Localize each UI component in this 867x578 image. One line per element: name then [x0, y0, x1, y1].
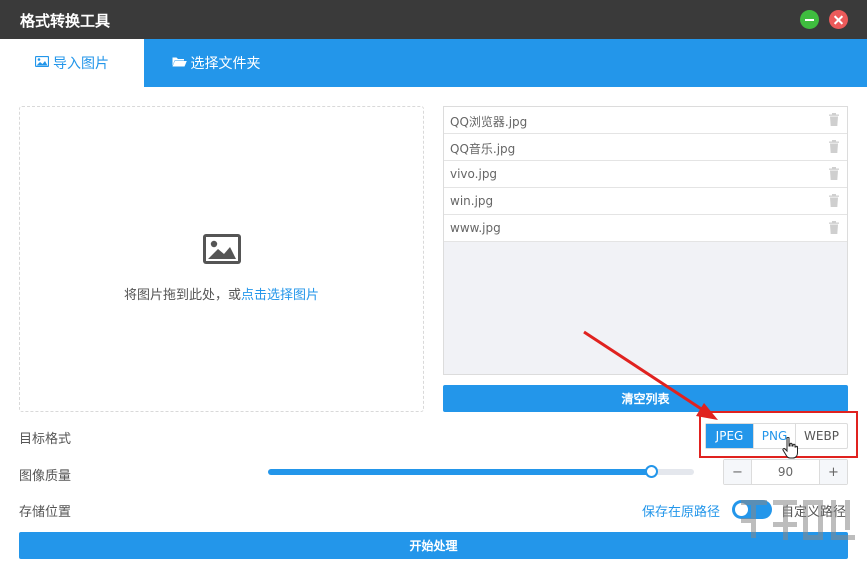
trash-icon[interactable]: [829, 194, 839, 207]
list-item[interactable]: www.jpg: [444, 215, 847, 242]
tab-import-images[interactable]: 导入图片: [0, 39, 144, 87]
image-drop-zone[interactable]: 将图片拖到此处，或点击选择图片: [19, 106, 424, 412]
trash-icon[interactable]: [829, 221, 839, 234]
file-name: QQ浏览器.jpg: [450, 115, 528, 129]
start-processing-button[interactable]: 开始处理: [19, 532, 848, 559]
watermark-logo: [741, 500, 855, 540]
select-images-link[interactable]: 点击选择图片: [241, 288, 319, 303]
save-original-path-option[interactable]: 保存在原路径: [642, 501, 720, 520]
quality-stepper: − 90 +: [723, 459, 848, 485]
trash-icon[interactable]: [829, 167, 839, 180]
list-item[interactable]: vivo.jpg: [444, 161, 847, 188]
tab-select-folder[interactable]: 选择文件夹: [144, 39, 288, 87]
folder-open-icon: [172, 55, 187, 71]
list-item[interactable]: QQ音乐.jpg: [444, 134, 847, 161]
window-title: 格式转换工具: [20, 12, 111, 30]
file-name: win.jpg: [450, 194, 494, 208]
list-item[interactable]: win.jpg: [444, 188, 847, 215]
minimize-icon: [805, 18, 814, 21]
minimize-button[interactable]: [800, 10, 819, 29]
quality-slider[interactable]: [268, 465, 694, 478]
slider-handle[interactable]: [645, 465, 659, 478]
decrement-button[interactable]: −: [724, 460, 752, 484]
file-name: www.jpg: [450, 221, 501, 235]
file-name: vivo.jpg: [450, 167, 498, 181]
title-bar: 格式转换工具: [0, 0, 867, 39]
close-button[interactable]: [829, 10, 848, 29]
tab-label: 选择文件夹: [190, 56, 261, 72]
clear-list-button[interactable]: 清空列表: [443, 385, 848, 412]
hand-cursor-icon: [782, 437, 798, 459]
list-item[interactable]: QQ浏览器.jpg: [444, 107, 847, 134]
slider-fill: [268, 469, 652, 475]
quality-value[interactable]: 90: [752, 460, 819, 484]
target-format-label: 目标格式: [19, 432, 72, 447]
image-quality-label: 图像质量: [19, 469, 72, 484]
image-icon: [34, 55, 50, 71]
drop-hint: 将图片拖到此处，或点击选择图片: [20, 284, 423, 303]
increment-button[interactable]: +: [819, 460, 847, 484]
file-name: QQ音乐.jpg: [450, 142, 516, 156]
trash-icon[interactable]: [829, 113, 839, 126]
file-list: QQ浏览器.jpg QQ音乐.jpg vivo.jpg win.jpg www.…: [443, 106, 848, 375]
tab-label: 导入图片: [53, 56, 109, 72]
trash-icon[interactable]: [829, 140, 839, 153]
tab-bar: 导入图片 选择文件夹: [0, 39, 867, 87]
image-icon: [203, 234, 241, 264]
storage-location-label: 存储位置: [19, 505, 72, 520]
highlight-box: [699, 411, 858, 458]
drop-hint-text: 将图片拖到此处，或: [123, 288, 241, 303]
